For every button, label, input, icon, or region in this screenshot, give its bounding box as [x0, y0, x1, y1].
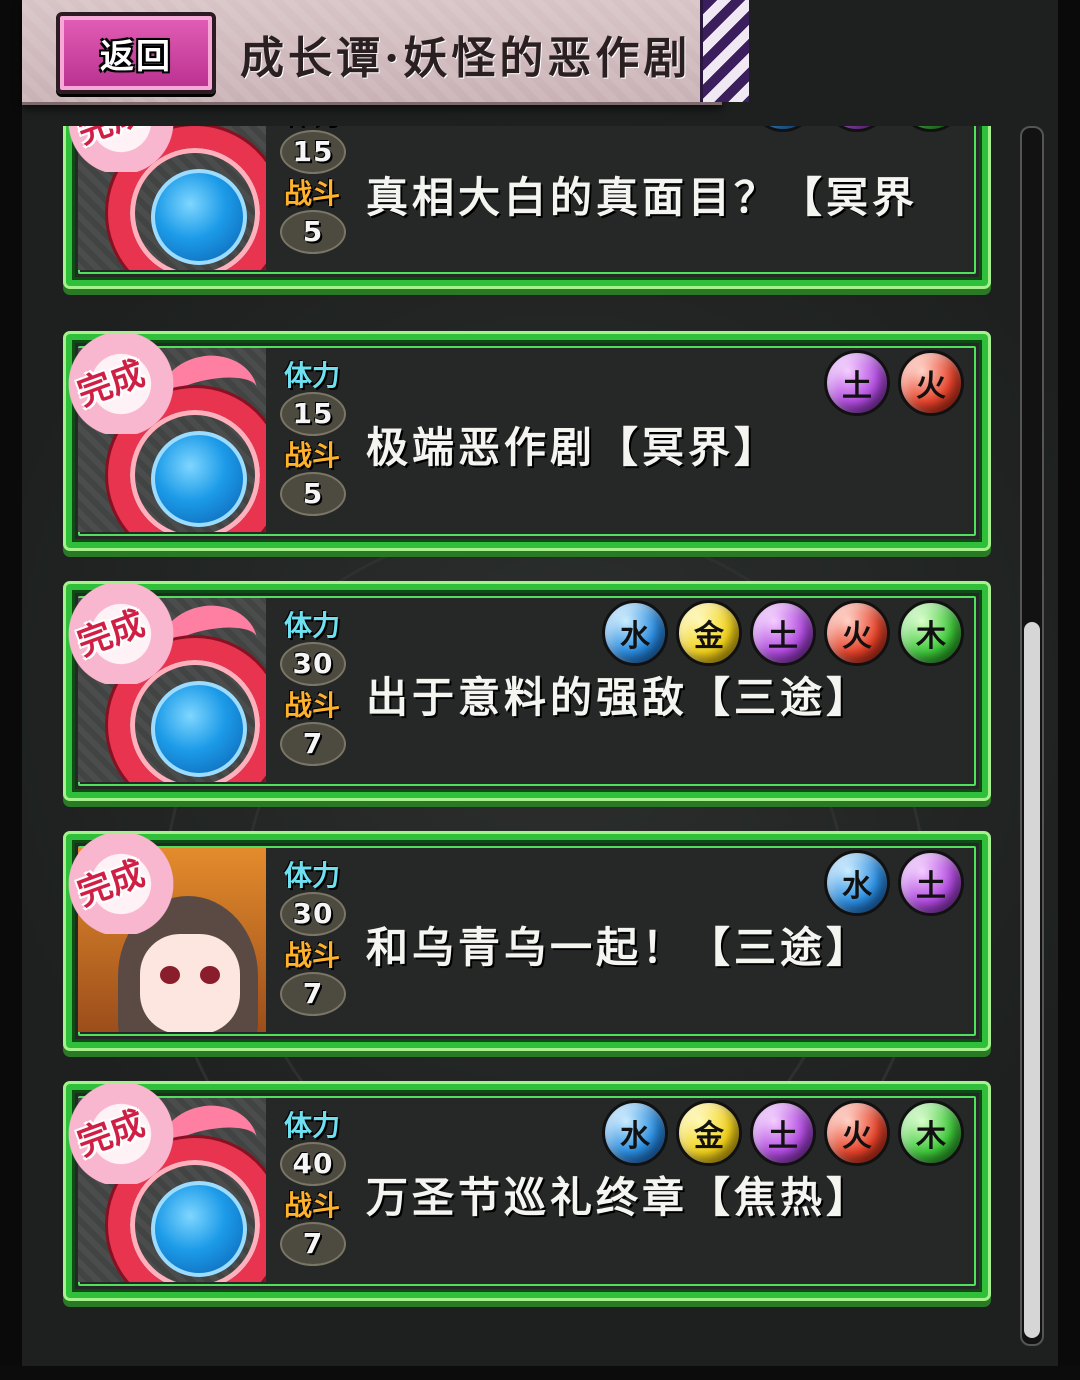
- header-decor-stripe: [700, 0, 749, 102]
- bottom-edge: [0, 1366, 1080, 1380]
- fire-orb-icon: 火: [824, 600, 890, 666]
- quest-list[interactable]: 完成 体力 15 战斗 5 真相大白的真面目？【冥界 水 土 木 完成 体力 1…: [22, 126, 1022, 1366]
- left-frame: [0, 0, 22, 1380]
- back-button[interactable]: 返回: [56, 12, 216, 94]
- element-orbs: 水 金 土 火 木: [602, 600, 964, 666]
- blue-core-icon: [151, 169, 247, 265]
- header-bar: 返回 成长谭·妖怪的恶作剧: [22, 0, 749, 105]
- right-frame: [1058, 0, 1080, 1380]
- battle-label: 战斗: [283, 689, 340, 722]
- earth-orb-icon: 土: [824, 350, 890, 416]
- quest-card[interactable]: 完成 体力 40 战斗 7 万圣节巡礼终章【焦热】 水 金 土 火 木: [66, 1084, 988, 1298]
- quest-name: 真相大白的真面目？【冥界: [366, 173, 919, 222]
- blue-core-icon: [151, 681, 247, 777]
- element-orbs: 水 土: [824, 850, 964, 916]
- water-orb-icon: 水: [602, 600, 668, 666]
- element-orbs: 土 火: [824, 350, 964, 416]
- battle-label: 战斗: [283, 939, 340, 972]
- earth-orb-icon: 土: [750, 600, 816, 666]
- battle-value: 5: [280, 472, 346, 516]
- stamina-label: 体力: [283, 1109, 340, 1142]
- completed-badge: 完成: [62, 828, 182, 938]
- stamina-value: 40: [280, 1142, 346, 1186]
- battle-value: 7: [280, 972, 346, 1016]
- completed-badge: 完成: [62, 126, 182, 176]
- water-orb-icon: 水: [602, 1100, 668, 1166]
- quest-card[interactable]: 完成 体力 30 战斗 7 出于意料的强敌【三途】 水 金 土 火 木: [66, 584, 988, 798]
- stamina-label: 体力: [283, 609, 340, 642]
- quest-stats: 体力 30 战斗 7: [280, 609, 346, 770]
- quest-stats: 体力 15 战斗 5: [280, 126, 346, 258]
- scrollbar-track[interactable]: [1020, 126, 1044, 1346]
- metal-orb-icon: 金: [676, 1100, 742, 1166]
- wood-orb-icon: 木: [898, 1100, 964, 1166]
- earth-orb-icon: 土: [824, 126, 890, 132]
- earth-orb-icon: 土: [750, 1100, 816, 1166]
- battle-label: 战斗: [283, 177, 340, 210]
- quest-stats: 体力 40 战斗 7: [280, 1109, 346, 1270]
- stamina-value: 15: [280, 130, 346, 174]
- fire-orb-icon: 火: [824, 1100, 890, 1166]
- blue-core-icon: [151, 1181, 247, 1277]
- stamina-label: 体力: [283, 359, 340, 392]
- element-orbs: 水 金 土 火 木: [602, 1100, 964, 1166]
- wood-orb-icon: 木: [898, 126, 964, 132]
- quest-stats: 体力 30 战斗 7: [280, 859, 346, 1020]
- stamina-label: 体力: [283, 859, 340, 892]
- blue-core-icon: [151, 431, 247, 527]
- completed-badge: 完成: [62, 578, 182, 688]
- earth-orb-icon: 土: [898, 850, 964, 916]
- quest-name: 出于意料的强敌【三途】: [366, 673, 873, 722]
- stamina-value: 30: [280, 642, 346, 686]
- battle-label: 战斗: [283, 439, 340, 472]
- stamina-label: 体力: [280, 126, 344, 130]
- element-orbs: 水 土 木: [750, 126, 964, 132]
- fire-orb-icon: 火: [898, 350, 964, 416]
- metal-orb-icon: 金: [676, 600, 742, 666]
- quest-card[interactable]: 完成 体力 30 战斗 7 和乌青乌一起！【三途】 水 土: [66, 834, 988, 1048]
- page-title: 成长谭·妖怪的恶作剧: [240, 33, 692, 84]
- quest-name: 极端恶作剧【冥界】: [366, 423, 781, 472]
- battle-label: 战斗: [283, 1189, 340, 1222]
- quest-stats: 体力 15 战斗 5: [280, 359, 346, 520]
- wood-orb-icon: 木: [898, 600, 964, 666]
- quest-card[interactable]: 完成 体力 15 战斗 5 真相大白的真面目？【冥界 水 土 木: [66, 126, 988, 286]
- stamina-value: 30: [280, 892, 346, 936]
- quest-card[interactable]: 完成 体力 15 战斗 5 极端恶作剧【冥界】 土 火: [66, 334, 988, 548]
- stamina-value: 15: [280, 392, 346, 436]
- scrollbar-thumb[interactable]: [1024, 622, 1040, 1338]
- completed-badge: 完成: [62, 1078, 182, 1188]
- battle-value: 5: [280, 210, 346, 254]
- battle-value: 7: [280, 1222, 346, 1266]
- battle-value: 7: [280, 722, 346, 766]
- water-orb-icon: 水: [750, 126, 816, 132]
- completed-badge: 完成: [62, 328, 182, 438]
- water-orb-icon: 水: [824, 850, 890, 916]
- back-button-label: 返回: [100, 36, 172, 77]
- quest-name: 和乌青乌一起！【三途】: [366, 923, 873, 972]
- quest-name: 万圣节巡礼终章【焦热】: [366, 1173, 873, 1222]
